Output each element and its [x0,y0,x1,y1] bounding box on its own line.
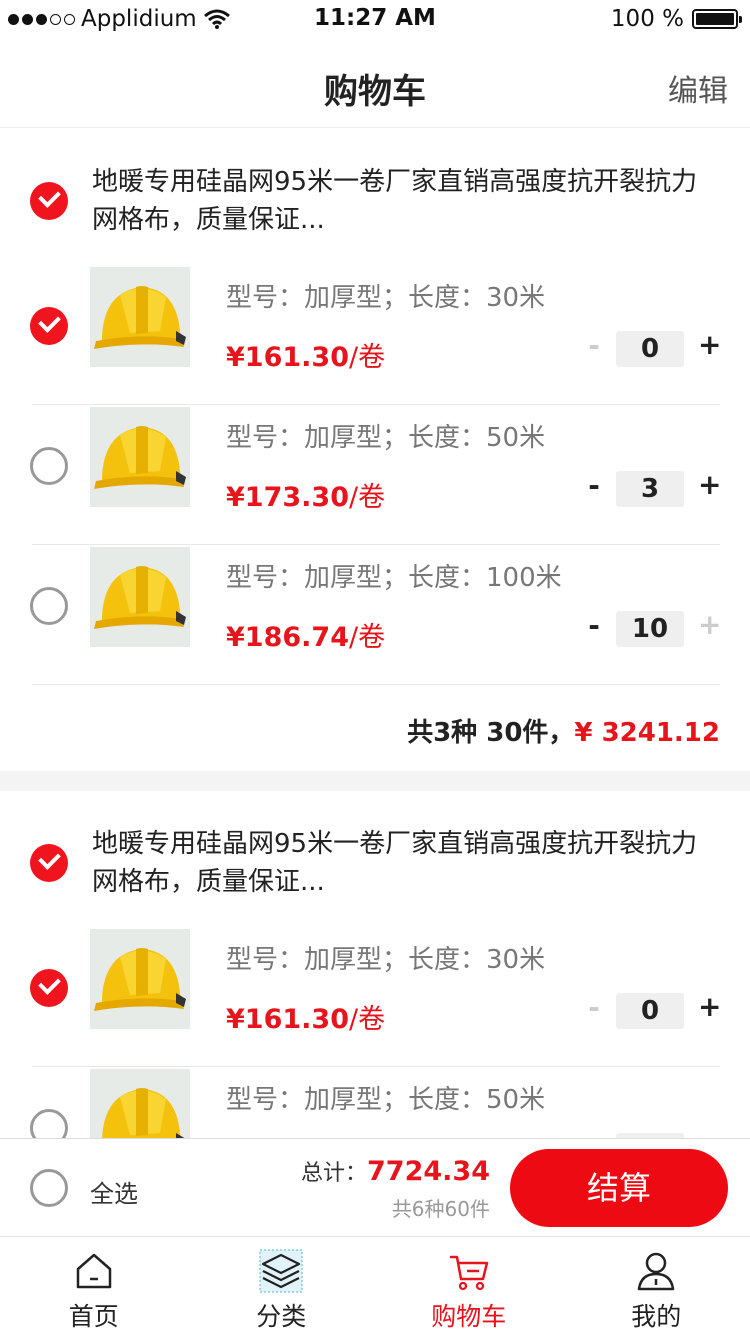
tab-cart-label: 购物车 [431,1302,507,1331]
select-all-checkbox[interactable] [30,1169,68,1207]
price-unit: /卷 [349,482,386,513]
increase-button[interactable]: + [698,1130,721,1138]
group-header: 地暖专用硅晶网95米一卷厂家直销高强度抗开裂抗力网格布，质量保证... [0,791,750,927]
tab-home-label: 首页 [68,1302,119,1331]
price-unit: /卷 [349,622,386,653]
increase-button[interactable]: + [698,608,721,641]
battery-percent: 100 % [610,6,684,32]
decrease-button[interactable]: - [584,469,604,502]
item-price: ¥161.30/卷 [226,997,385,1036]
home-icon [76,1253,111,1289]
item-price: ¥161.30/卷 [226,335,385,374]
quantity-input[interactable]: 0 [616,331,684,367]
cart-item: 型号：加厚型；长度：50米 ¥173.30/卷 -3 + [30,405,721,545]
quantity-stepper: -0 + [584,990,721,1029]
checkout-bar: 全选 总计：7724.34 共6种60件 结算 [0,1138,750,1236]
quantity-stepper: -10 + [584,608,721,647]
product-thumbnail[interactable] [90,547,190,647]
group-header: 地暖专用硅晶网95米一卷厂家直销高强度抗开裂抗力网格布，质量保证... [0,129,750,265]
layers-icon [259,1249,303,1293]
item-spec: 型号：加厚型；长度：100米 [226,563,562,593]
increase-button[interactable]: + [698,990,721,1023]
cart-group: 地暖专用硅晶网95米一卷厂家直销高强度抗开裂抗力网格布，质量保证... 型号：加厚… [0,129,750,771]
quantity-input[interactable]: 0 [616,993,684,1029]
checkout-button[interactable]: 结算 [510,1149,728,1227]
increase-button[interactable]: + [698,328,721,361]
group-checkbox[interactable] [30,182,68,220]
cart-item: 型号：加厚型；长度：30米 ¥161.30/卷 -0 + [30,265,721,405]
total-area: 总计：7724.34 共6种60件 [301,1155,490,1222]
user-icon [638,1252,675,1291]
cart-group: 地暖专用硅晶网95米一卷厂家直销高强度抗开裂抗力网格布，质量保证... 型号：加厚… [0,771,750,1138]
page-title: 购物车 [324,72,426,112]
cart-screen: Applidium 11:27 AM 100 % 购物车 编辑 地暖专用硅晶网9… [0,0,750,1334]
decrease-button[interactable]: - [584,329,604,362]
product-thumbnail[interactable] [90,929,190,1029]
product-title[interactable]: 地暖专用硅晶网95米一卷厂家直销高强度抗开裂抗力网格布，质量保证... [92,163,722,239]
price-currency: ¥ [226,622,245,653]
quantity-stepper: -3 + [584,468,721,507]
item-checkbox[interactable] [30,1109,68,1138]
price-currency: ¥ [226,1004,245,1035]
product-thumbnail[interactable] [90,1069,190,1138]
product-thumbnail[interactable] [90,407,190,507]
summary-label: 共3种 30件， [407,718,575,748]
item-spec: 型号：加厚型；长度：50米 [226,423,546,453]
item-checkbox[interactable] [30,447,68,485]
edit-button[interactable]: 编辑 [668,66,728,110]
cart-list[interactable]: 地暖专用硅晶网95米一卷厂家直销高强度抗开裂抗力网格布，质量保证... 型号：加厚… [0,129,750,1138]
item-price: ¥186.74/卷 [226,615,385,654]
item-spec: 型号：加厚型；长度：30米 [226,283,546,313]
total-amount: 7724.34 [367,1156,490,1187]
price-currency: ¥ [226,342,245,373]
cart-icon [449,1255,488,1291]
battery-area: 100 % [610,6,742,32]
item-price: ¥173.30/卷 [226,475,385,514]
price-unit: /卷 [349,1004,386,1035]
item-checkbox[interactable] [30,587,68,625]
tab-profile-label: 我的 [631,1302,682,1331]
item-spec: 型号：加厚型；长度：50米 [226,1085,546,1115]
product-title[interactable]: 地暖专用硅晶网95米一卷厂家直销高强度抗开裂抗力网格布，质量保证... [92,825,722,901]
decrease-button[interactable]: - [584,609,604,642]
decrease-button[interactable]: - [584,991,604,1024]
decrease-button[interactable]: - [584,1131,604,1138]
total-label: 总计： [301,1161,368,1186]
quantity-stepper: -0 + [584,328,721,367]
tab-bar: 首页 分类 购物车 我的 [0,1236,750,1334]
group-checkbox[interactable] [30,844,68,882]
price-value: 173.30 [244,482,349,513]
quantity-input[interactable]: 3 [616,471,684,507]
price-value: 161.30 [244,1004,349,1035]
status-bar: Applidium 11:27 AM 100 % [0,0,750,40]
cart-item: 型号：加厚型；长度：50米¥173.30/卷-3+ [30,1067,721,1138]
item-checkbox[interactable] [30,307,68,345]
price-value: 161.30 [244,342,349,373]
item-checkbox[interactable] [30,969,68,1007]
battery-icon [692,9,742,29]
total-count: 共6种60件 [391,1197,490,1221]
select-all-label: 全选 [90,1180,138,1208]
tab-category[interactable]: 分类 [188,1237,376,1334]
price-unit: /卷 [349,342,386,373]
tab-home[interactable]: 首页 [0,1237,188,1334]
tab-category-label: 分类 [256,1302,307,1331]
nav-bar: 购物车 编辑 [0,40,750,128]
cart-item: 型号：加厚型；长度：30米 ¥161.30/卷 -0 + [30,927,721,1067]
price-currency: ¥ [226,482,245,513]
quantity-input[interactable]: 10 [616,611,684,647]
item-spec: 型号：加厚型；长度：30米 [226,945,546,975]
group-summary: 共3种 30件，¥ 3241.12 [0,685,750,771]
increase-button[interactable]: + [698,468,721,501]
product-thumbnail[interactable] [90,267,190,367]
tab-profile[interactable]: 我的 [563,1237,750,1334]
cart-item: 型号：加厚型；长度：100米 ¥186.74/卷 -10 + [30,545,721,685]
price-value: 186.74 [244,622,349,653]
tab-cart[interactable]: 购物车 [375,1237,563,1334]
summary-amount: ¥ 3241.12 [574,718,720,748]
